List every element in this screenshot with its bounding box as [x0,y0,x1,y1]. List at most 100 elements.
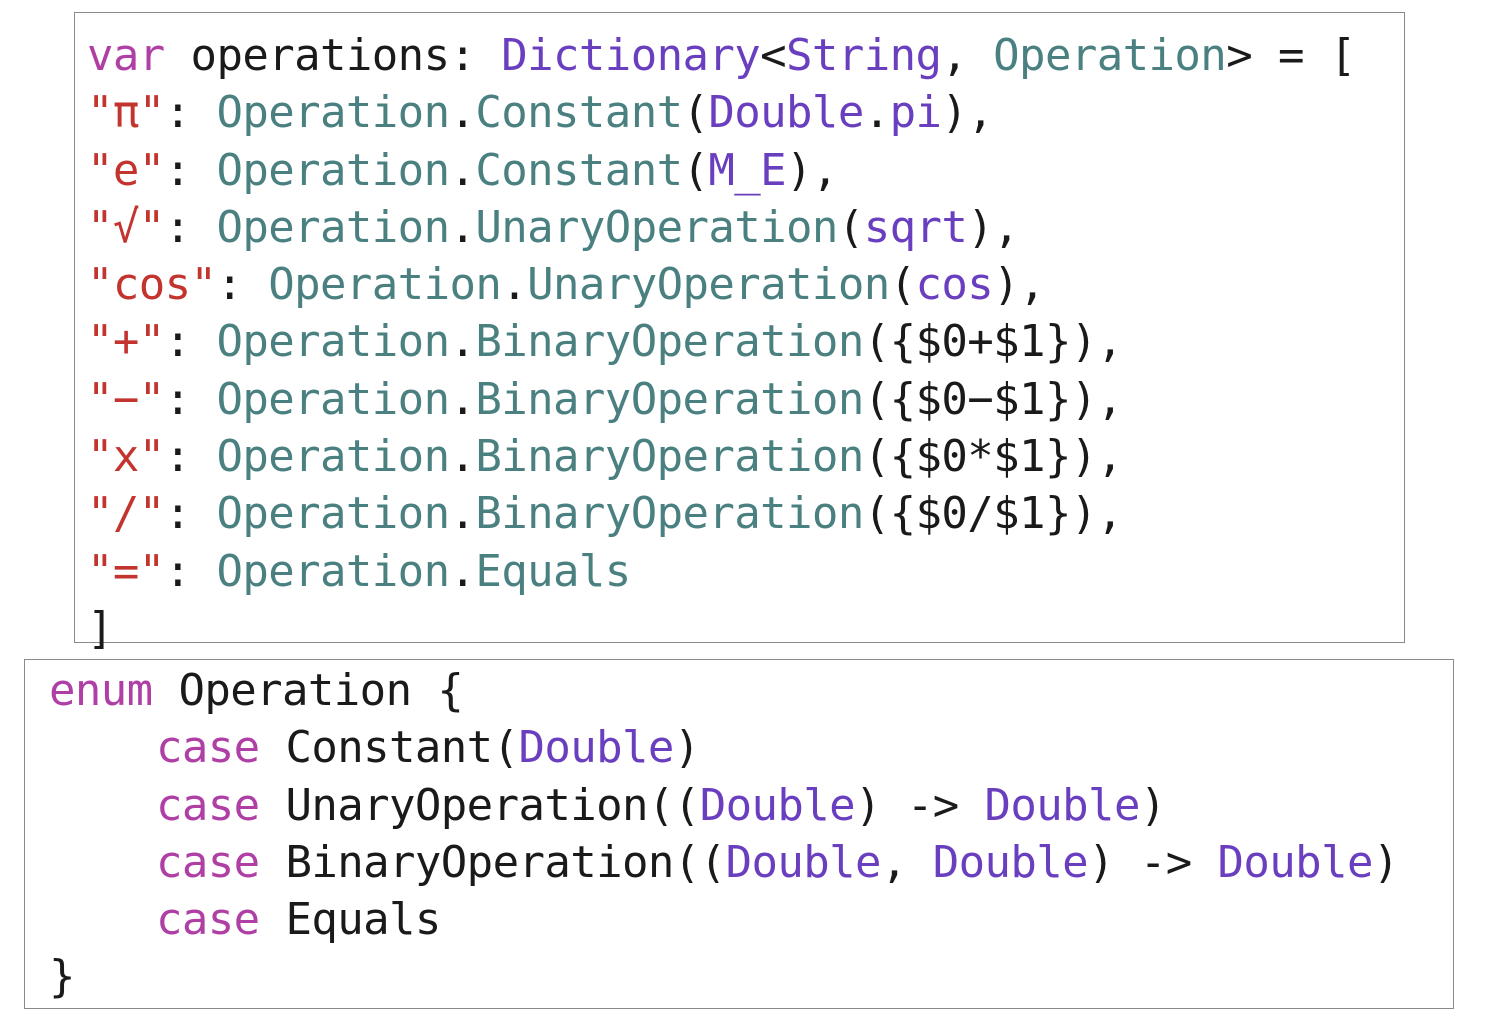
code-line: "cos": Operation.UnaryOperation(cos), [87,256,1404,313]
code-token-class: UnaryOperation [475,201,838,253]
code-token-plain: . [449,201,476,253]
code-token-class: UnaryOperation [527,259,890,311]
code-token-class: Constant [475,144,683,196]
code-token-str: "+" [87,316,165,368]
code-token-class: Operation [216,488,450,540]
code-token-plain: Constant( [259,722,519,774]
code-token-class: BinaryOperation [475,488,864,540]
code-token-plain: > = [ [1226,30,1356,81]
code-token-str: "cos" [87,259,217,311]
code-token-class: Operation [216,373,450,425]
code-line: "x": Operation.BinaryOperation({$0*$1}), [87,428,1404,485]
code-line: var operations: Dictionary<String, Opera… [87,27,1404,84]
code-line: case BinaryOperation((Double, Double) ->… [49,834,1453,891]
code-line: "π": Operation.Constant(Double.pi), [87,84,1404,141]
code-token-type: Double [932,836,1089,888]
code-token-type: String [786,30,942,81]
code-line: case Equals [49,891,1453,948]
operations-dictionary-code-block: var operations: Dictionary<String, Opera… [74,12,1405,654]
code-line: "√": Operation.UnaryOperation(sqrt), [87,199,1404,256]
code-token-type: Double [984,779,1141,831]
code-line: enum Operation { [49,662,1453,719]
code-token-plain: , [880,836,933,888]
code-token-plain: ) [1372,836,1399,888]
code-token-plain: , [941,30,994,81]
code-token-plain: : [164,201,217,253]
code-token-plain: Operation { [152,665,464,716]
code-token-class: BinaryOperation [475,431,864,483]
code-token-plain: ({$0+$1}), [863,316,1124,368]
code-token-plain: ), [993,259,1045,311]
code-token-plain: ) [673,722,700,774]
code-token-plain: : [164,316,217,368]
code-token-type: Double [1217,836,1374,888]
code-token-class: BinaryOperation [475,316,864,368]
code-line: "/": Operation.BinaryOperation({$0/$1}), [87,485,1404,542]
code-line: "+": Operation.BinaryOperation({$0+$1}), [87,313,1404,370]
code-token-plain: ) -> [855,779,985,831]
code-token-class: Operation [268,259,502,311]
code-token-plain: . [449,431,476,483]
code-token-class: Operation [216,431,450,483]
code-token-plain: . [449,87,476,139]
code-token-type: M_E [708,144,787,196]
code-token-class: Operation [216,316,450,368]
code-token-kw: enum [49,665,153,716]
code-line: "e": Operation.Constant(M_E), [87,142,1404,199]
code-token-plain: ( [682,87,709,139]
code-token-plain: . [449,144,476,196]
code-token-str: "e" [87,144,165,196]
code-token-kw: case [156,836,260,888]
code-token-type: sqrt [863,201,968,253]
code-token-class: Constant [475,87,683,139]
code-token-plain: ( [837,201,864,253]
code-token-class: Operation [216,545,450,597]
code-token-str: "√" [87,201,165,253]
code-token-class: Operation [216,87,450,139]
code-token-kw: case [156,894,260,946]
code-token-type: Double [699,779,856,831]
code-token-plain: ) -> [1088,836,1218,888]
code-token-type: Double [708,87,864,139]
code-token-plain: } [49,951,75,1003]
code-token-plain: ) [1139,779,1166,831]
code-token-class: Equals [475,545,631,597]
code-token-plain: : [164,545,217,597]
code-token-plain: : [216,259,269,311]
operation-enum-code-block: enum Operation {case Constant(Double) cas… [24,659,1454,1009]
code-token-plain: : [164,373,217,425]
code-token-plain: ), [941,87,994,139]
code-token-plain: . [449,545,476,597]
code-token-plain: : [164,87,217,139]
code-token-plain: ({$0−$1}), [863,373,1124,425]
code-line: "=": Operation.Equals [87,543,1404,600]
code-line: } [49,948,1453,1005]
code-token-type: Double [725,836,882,888]
code-token-plain: : [164,431,217,483]
code-token-plain: . [501,259,528,311]
code-token-type: Double [518,722,674,774]
code-token-class: Operation [216,144,450,196]
code-token-plain: Equals [259,894,441,946]
code-token-str: "−" [87,373,165,425]
code-token-str: "π" [87,87,165,139]
code-token-str: "/" [87,488,165,540]
code-token-plain: UnaryOperation(( [259,779,700,831]
code-line: case UnaryOperation((Double) -> Double) [49,777,1453,834]
code-token-type: pi [889,87,942,139]
code-token-class: Operation [993,30,1227,81]
code-token-kw: var [87,30,165,81]
code-line: ] [87,600,1404,657]
code-token-type: cos [915,259,994,311]
code-token-plain: . [449,316,476,368]
code-token-kw: case [156,779,260,831]
code-token-class: Operation [216,201,450,253]
code-token-plain: ] [87,602,113,654]
code-token-plain: . [449,488,476,540]
code-token-str: "=" [87,545,165,597]
code-token-plain: ({$0*$1}), [863,431,1124,483]
code-token-plain: : [164,488,217,540]
code-token-str: "x" [87,431,165,483]
code-token-plain: operations: [164,30,502,81]
code-token-plain: < [760,30,787,81]
